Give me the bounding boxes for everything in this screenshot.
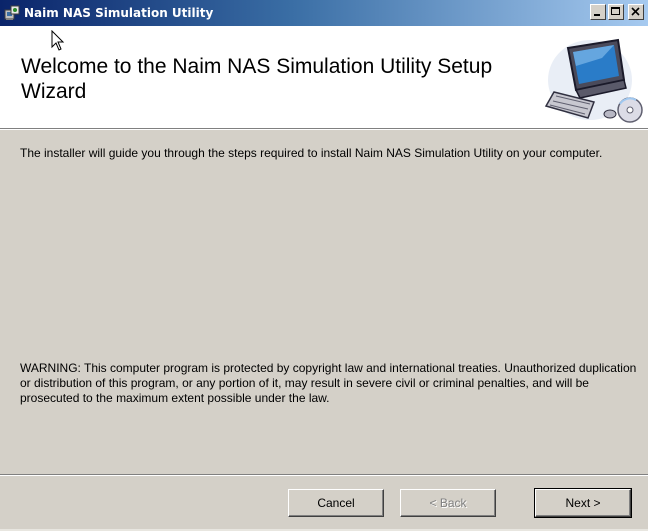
- banner-divider: [0, 129, 648, 130]
- minimize-button[interactable]: [590, 4, 606, 20]
- next-button[interactable]: Next >: [534, 488, 632, 518]
- copyright-warning: WARNING: This computer program is protec…: [20, 361, 637, 405]
- title-bar[interactable]: Naim NAS Simulation Utility: [0, 0, 648, 26]
- close-button[interactable]: [628, 4, 644, 20]
- button-separator: [0, 474, 648, 476]
- computer-disc-icon: [544, 38, 643, 123]
- mouse-cursor-icon: [51, 30, 65, 51]
- maximize-icon: [611, 7, 620, 15]
- setup-wizard-window: Naim NAS Simulation Utility Welcome to t…: [0, 0, 648, 531]
- cancel-button[interactable]: Cancel: [288, 489, 384, 517]
- maximize-button[interactable]: [608, 4, 624, 20]
- intro-text: The installer will guide you through the…: [20, 146, 603, 160]
- back-button[interactable]: < Back: [400, 489, 496, 517]
- installer-icon: [4, 5, 20, 20]
- window-title: Naim NAS Simulation Utility: [24, 6, 214, 20]
- window-controls: [590, 4, 644, 20]
- close-icon: [631, 7, 640, 16]
- page-title: Welcome to the Naim NAS Simulation Utili…: [21, 55, 493, 103]
- minimize-icon: [594, 14, 600, 16]
- header-banner: Welcome to the Naim NAS Simulation Utili…: [0, 26, 648, 129]
